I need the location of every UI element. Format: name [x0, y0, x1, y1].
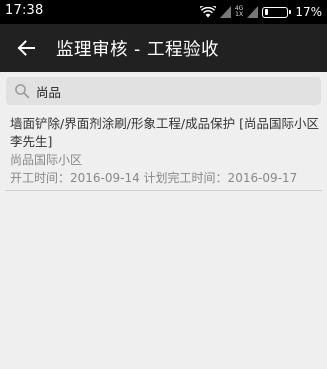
page-title: 监理审核 - 工程验收	[56, 40, 219, 60]
status-time: 17:38	[5, 3, 44, 18]
search-bar	[0, 72, 327, 109]
signal-icon-secondary	[247, 6, 259, 18]
network-label-bottom: 1X	[235, 11, 244, 18]
divider	[5, 190, 322, 191]
search-icon	[15, 84, 30, 99]
item-community: 尚品国际小区	[10, 153, 83, 167]
search-box[interactable]	[6, 77, 321, 105]
status-icons: 4G 1X 17%	[199, 3, 322, 21]
back-button[interactable]	[10, 32, 42, 64]
wifi-icon	[199, 6, 216, 18]
battery-fill	[264, 9, 269, 15]
list-item[interactable]: 墙面铲除/界面剂涂刷/形象工程/成品保护 [尚品国际小区 李先生] 尚品国际小区…	[0, 109, 327, 191]
item-title: 墙面铲除/界面剂涂刷/形象工程/成品保护 [尚品国际小区 李先生]	[10, 116, 319, 149]
signal-icon	[219, 6, 231, 18]
arrow-left-icon	[17, 40, 35, 56]
app-bar: 监理审核 - 工程验收	[0, 24, 327, 72]
status-bar: 17:38 4G 1X 17%	[0, 0, 327, 24]
network-type: 4G 1X	[235, 6, 243, 18]
item-dates: 开工时间：2016-09-14 计划完工时间：2016-09-17	[10, 171, 298, 185]
battery-icon	[262, 6, 292, 18]
battery-percent: 17%	[295, 5, 322, 19]
search-input[interactable]	[36, 79, 306, 103]
